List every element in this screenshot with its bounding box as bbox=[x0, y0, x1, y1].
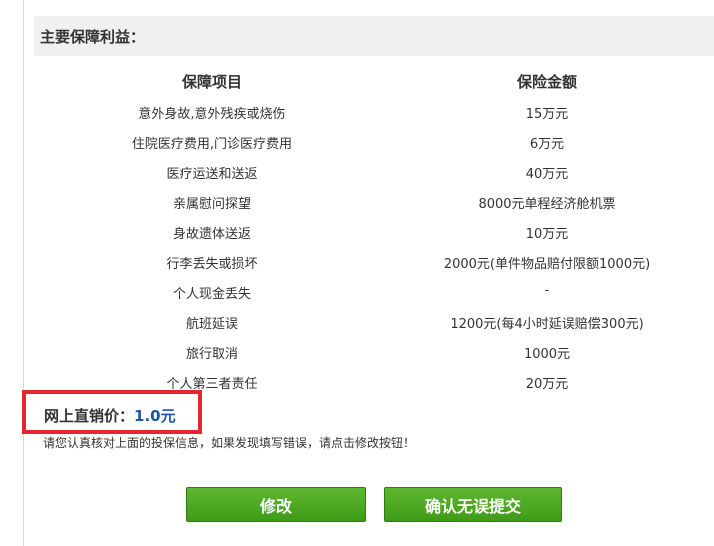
coverage-amount: - bbox=[544, 283, 550, 298]
coverage-item: 旅行取消 bbox=[185, 347, 239, 362]
coverage-item: 行李丢失或损坏 bbox=[166, 257, 258, 272]
coverage-amount: 8000元单程经济舱机票 bbox=[478, 197, 616, 212]
coverage-amount: 1000元 bbox=[523, 347, 571, 362]
coverage-amount: 1200元(每4小时延误赔偿300元) bbox=[450, 317, 644, 332]
coverage-item: 身故遗体送返 bbox=[172, 227, 252, 242]
coverage-amount: 6万元 bbox=[529, 137, 565, 152]
coverage-amount: 40万元 bbox=[525, 167, 569, 182]
coverage-item: 个人现金丢失 bbox=[172, 287, 252, 302]
price-label: 网上直销价： bbox=[44, 407, 135, 425]
coverage-item: 亲属慰问探望 bbox=[172, 197, 252, 212]
coverage-item: 住院医疗费用,门诊医疗费用 bbox=[131, 137, 293, 152]
edit-button[interactable]: 修改 bbox=[186, 487, 366, 522]
confirm-submit-button[interactable]: 确认无误提交 bbox=[384, 487, 562, 522]
coverage-item: 医疗运送和送返 bbox=[166, 167, 258, 182]
notice-text: 请您认真核对上面的投保信息，如果发现填写错误，请点击修改按钮！ bbox=[43, 436, 416, 450]
frame-border bbox=[23, 0, 24, 546]
coverage-amount: 2000元(单件物品赔付限额1000元) bbox=[443, 257, 651, 272]
price-value: 1.0元 bbox=[134, 407, 176, 425]
column-header-item: 保障项目 bbox=[181, 73, 243, 91]
coverage-item: 意外身故,意外残疾或烧伤 bbox=[138, 107, 286, 122]
coverage-item: 航班延误 bbox=[185, 317, 239, 332]
section-title: 主要保障利益： bbox=[40, 28, 146, 46]
price-line: 网上直销价：1.0元 bbox=[44, 405, 176, 426]
coverage-amount: 15万元 bbox=[525, 107, 569, 122]
column-header-amount: 保险金额 bbox=[516, 73, 578, 91]
coverage-amount: 20万元 bbox=[525, 377, 569, 392]
coverage-amount: 10万元 bbox=[525, 227, 569, 242]
